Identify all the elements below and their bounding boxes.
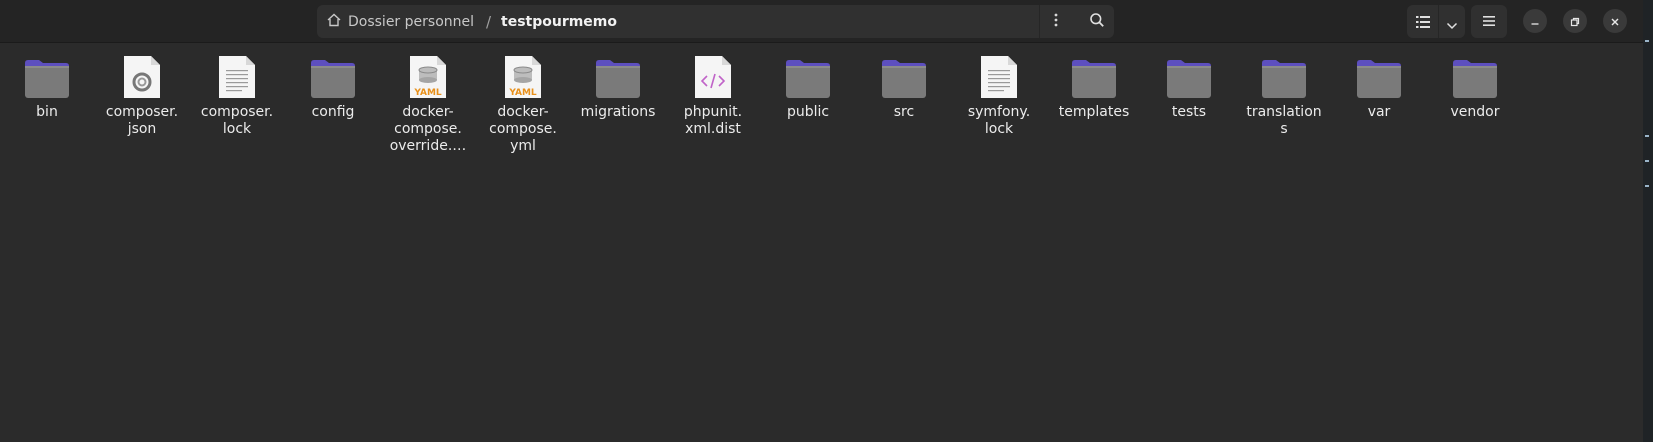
close-icon — [1610, 12, 1620, 31]
path-menu-button[interactable] — [1039, 5, 1072, 38]
file-item-symfony-lock[interactable]: symfony. lock — [953, 51, 1045, 138]
adjacent-window-edge — [1643, 0, 1653, 442]
folder-icon — [287, 51, 379, 99]
file-item-templates[interactable]: templates — [1048, 51, 1140, 121]
vertical-dots-icon — [1054, 12, 1058, 31]
file-label: vendor — [1450, 104, 1500, 120]
folder-icon — [1333, 51, 1425, 99]
file-label: src — [893, 104, 915, 120]
file-item-docker-compose-override[interactable]: YAML docker- compose. override.… — [382, 51, 474, 155]
edge-mark — [1645, 185, 1649, 187]
text-file-icon — [191, 51, 283, 99]
path-bar: Dossier personnel / testpourmemo — [317, 5, 1111, 38]
folder-icon — [1429, 51, 1521, 99]
edge-mark — [1645, 40, 1649, 42]
maximize-button[interactable] — [1563, 9, 1587, 33]
folder-icon — [572, 51, 664, 99]
folder-icon — [1238, 51, 1330, 99]
file-grid: bin composer. json composer. lock config… — [0, 43, 1653, 442]
folder-icon — [762, 51, 854, 99]
file-item-config[interactable]: config — [287, 51, 379, 121]
file-label: composer. lock — [200, 104, 274, 137]
file-label: translation s — [1246, 104, 1322, 137]
restore-icon — [1570, 12, 1580, 31]
file-label: phpunit. xml.dist — [683, 104, 743, 137]
chevron-down-icon[interactable] — [1446, 16, 1458, 35]
yaml-file-icon: YAML — [477, 51, 569, 99]
file-item-docker-compose-yml[interactable]: YAML docker- compose. yml — [477, 51, 569, 155]
file-label: composer. json — [105, 104, 179, 137]
search-icon — [1089, 12, 1105, 32]
folder-icon — [858, 51, 950, 99]
file-label: bin — [36, 104, 58, 120]
edge-mark — [1645, 160, 1649, 162]
hamburger-menu-icon — [1482, 12, 1496, 31]
xml-file-icon — [667, 51, 759, 99]
list-view-icon[interactable] — [1416, 14, 1430, 33]
file-item-tests[interactable]: tests — [1143, 51, 1235, 121]
file-item-var[interactable]: var — [1333, 51, 1425, 121]
file-item-composer-lock[interactable]: composer. lock — [191, 51, 283, 138]
file-label: docker- compose. yml — [489, 104, 557, 154]
file-label: docker- compose. override.… — [389, 104, 467, 154]
header-bar: Dossier personnel / testpourmemo — [0, 0, 1653, 43]
svg-text:YAML: YAML — [508, 88, 537, 98]
file-item-public[interactable]: public — [762, 51, 854, 121]
search-button[interactable] — [1080, 5, 1114, 38]
text-file-icon — [953, 51, 1045, 99]
breadcrumb-current[interactable]: testpourmemo — [501, 5, 617, 38]
file-item-translations[interactable]: translation s — [1238, 51, 1330, 138]
file-label: tests — [1171, 104, 1207, 120]
file-label: templates — [1058, 104, 1130, 120]
file-item-src[interactable]: src — [858, 51, 950, 121]
view-toggle-button[interactable] — [1407, 5, 1465, 38]
file-label: symfony. lock — [967, 104, 1031, 137]
edge-mark — [1645, 135, 1649, 137]
file-label: config — [311, 104, 355, 120]
folder-icon — [1048, 51, 1140, 99]
minimize-icon — [1530, 12, 1540, 31]
file-label: public — [786, 104, 830, 120]
file-item-bin[interactable]: bin — [1, 51, 93, 121]
yaml-file-icon: YAML — [382, 51, 474, 99]
close-button[interactable] — [1603, 9, 1627, 33]
file-item-migrations[interactable]: migrations — [572, 51, 664, 121]
file-label: migrations — [580, 104, 656, 120]
breadcrumb-home-label: Dossier personnel — [348, 13, 475, 30]
svg-text:YAML: YAML — [413, 88, 442, 98]
main-menu-button[interactable] — [1471, 5, 1507, 38]
breadcrumb-home[interactable]: Dossier personnel — [326, 5, 474, 38]
breadcrumb-separator: / — [486, 12, 492, 31]
home-icon — [326, 12, 342, 32]
file-item-phpunit-xml-dist[interactable]: phpunit. xml.dist — [667, 51, 759, 138]
folder-icon — [1, 51, 93, 99]
json-file-icon — [96, 51, 188, 99]
file-item-composer-json[interactable]: composer. json — [96, 51, 188, 138]
view-button-divider — [1438, 5, 1439, 38]
minimize-button[interactable] — [1523, 9, 1547, 33]
file-item-vendor[interactable]: vendor — [1429, 51, 1521, 121]
file-label: var — [1367, 104, 1391, 120]
folder-icon — [1143, 51, 1235, 99]
